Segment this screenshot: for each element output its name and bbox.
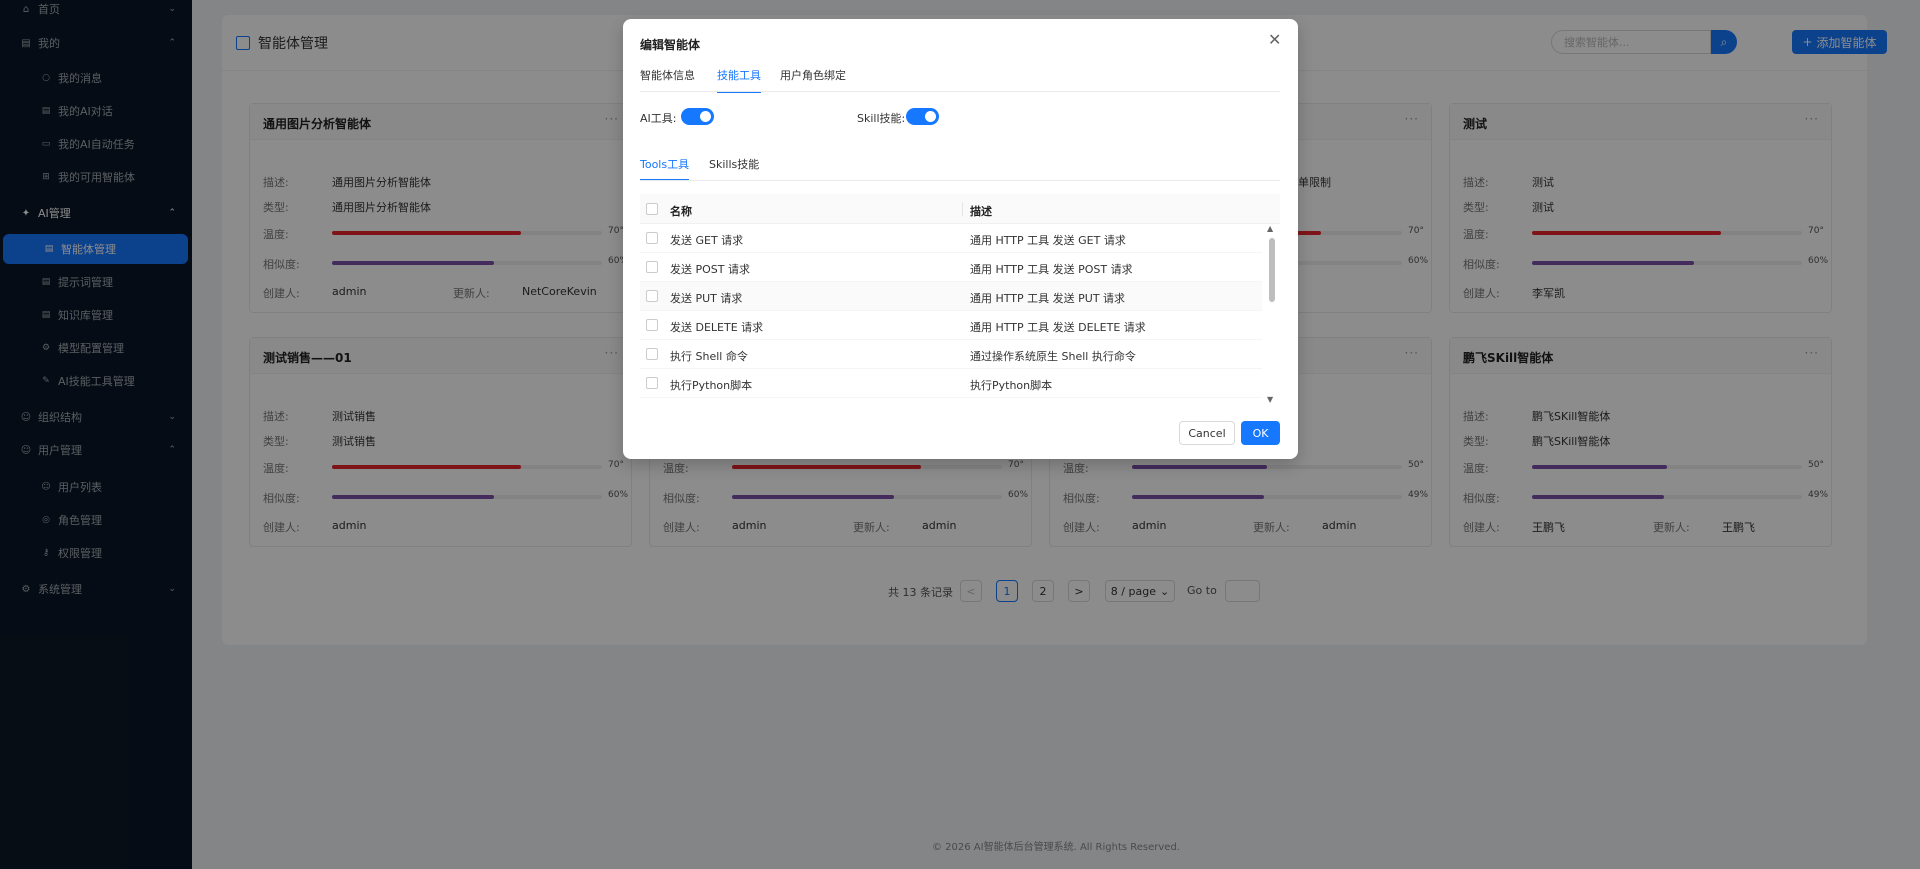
row-desc: 通用 HTTP 工具 发送 PUT 请求 [970, 292, 1126, 305]
row-name: 执行 Shell 命令 [670, 350, 748, 363]
table-row[interactable]: 执行 Shell 命令 通过操作系统原生 Shell 执行命令 [640, 340, 1262, 369]
toggle-knob [925, 111, 936, 122]
skill-label: Skill技能: [857, 112, 906, 125]
table-scrollbar[interactable]: ▲ ▼ [1266, 224, 1276, 404]
divider [640, 180, 1280, 181]
table-row[interactable]: 发送 GET 请求 通用 HTTP 工具 发送 GET 请求 [640, 224, 1262, 253]
row-checkbox[interactable] [646, 319, 658, 331]
divider [640, 91, 1280, 92]
row-checkbox[interactable] [646, 348, 658, 360]
row-checkbox[interactable] [646, 261, 658, 273]
row-desc: 通用 HTTP 工具 发送 DELETE 请求 [970, 321, 1146, 334]
row-checkbox[interactable] [646, 377, 658, 389]
row-checkbox[interactable] [646, 232, 658, 244]
row-name: 发送 DELETE 请求 [670, 321, 764, 334]
row-desc: 执行Python脚本 [970, 379, 1053, 392]
toggle-knob [700, 111, 711, 122]
row-desc: 通过操作系统原生 Shell 执行命令 [970, 350, 1136, 363]
scroll-up-icon[interactable]: ▲ [1267, 224, 1273, 233]
modal-title: 编辑智能体 [640, 38, 701, 52]
table-row[interactable]: 发送 PUT 请求 通用 HTTP 工具 发送 PUT 请求 [640, 282, 1262, 311]
row-desc: 通用 HTTP 工具 发送 POST 请求 [970, 263, 1133, 276]
tab-skill-tools[interactable]: 技能工具 [717, 67, 761, 93]
edit-agent-modal: 编辑智能体 ✕ 智能体信息 技能工具 用户角色绑定 AI工具: Skill技能:… [623, 19, 1298, 459]
row-name: 发送 PUT 请求 [670, 292, 743, 305]
close-icon[interactable]: ✕ [1268, 30, 1281, 49]
row-name: 执行Python脚本 [670, 379, 753, 392]
column-separator [962, 202, 963, 216]
column-name: 名称 [670, 205, 692, 218]
row-name: 发送 POST 请求 [670, 263, 750, 276]
column-desc: 描述 [970, 205, 992, 218]
row-name: 发送 GET 请求 [670, 234, 744, 247]
table-row[interactable]: 发送 POST 请求 通用 HTTP 工具 发送 POST 请求 [640, 253, 1262, 282]
table-header: 名称 描述 [640, 194, 1280, 224]
subtab-skills[interactable]: Skills技能 [709, 156, 759, 181]
row-checkbox[interactable] [646, 290, 658, 302]
scroll-down-icon[interactable]: ▼ [1267, 395, 1273, 404]
table-row[interactable]: 执行Python脚本 执行Python脚本 [640, 369, 1262, 398]
skill-toggle[interactable] [906, 108, 939, 125]
subtab-tools[interactable]: Tools工具 [640, 156, 690, 181]
select-all-checkbox[interactable] [646, 203, 658, 215]
row-desc: 通用 HTTP 工具 发送 GET 请求 [970, 234, 1126, 247]
cancel-button[interactable]: Cancel [1179, 421, 1235, 445]
tab-user-role-binding[interactable]: 用户角色绑定 [780, 67, 846, 93]
ai-tools-label: AI工具: [640, 112, 677, 125]
ai-tools-toggle[interactable] [681, 108, 714, 125]
tab-agent-info[interactable]: 智能体信息 [640, 67, 695, 93]
table-row[interactable]: 发送 DELETE 请求 通用 HTTP 工具 发送 DELETE 请求 [640, 311, 1262, 340]
ok-button[interactable]: OK [1241, 421, 1280, 445]
scroll-thumb[interactable] [1269, 238, 1275, 302]
